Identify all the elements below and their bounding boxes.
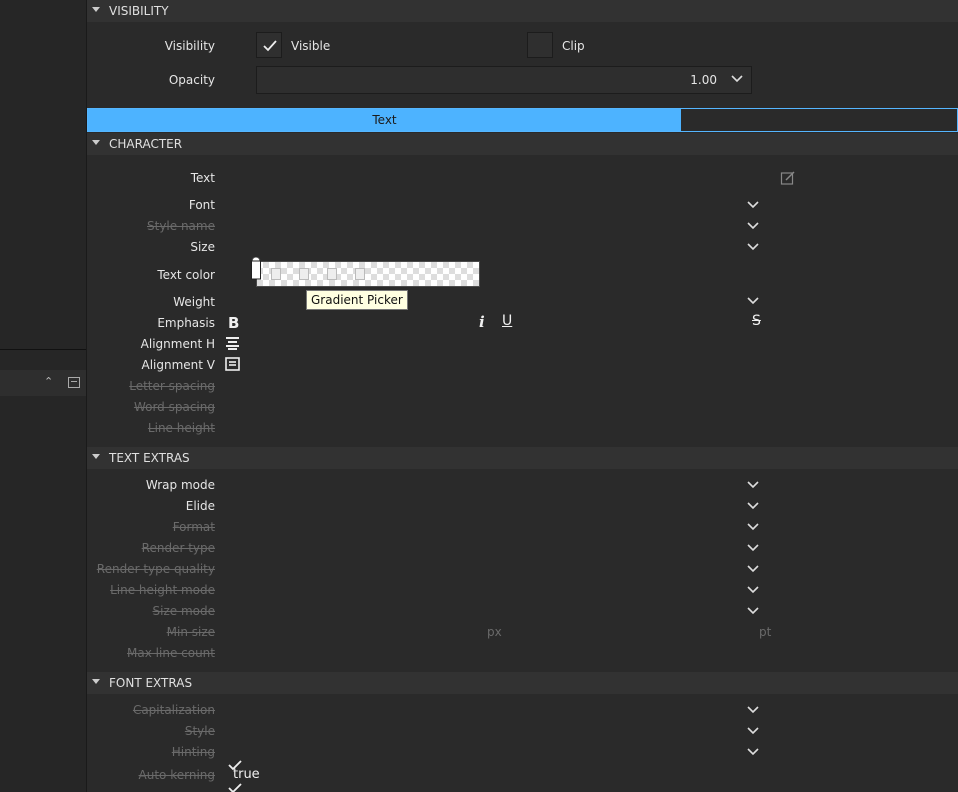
line-height-label: Line height xyxy=(147,421,215,435)
elide-dropdown-chevron-icon[interactable] xyxy=(747,502,759,510)
size-mode-label: Size mode xyxy=(152,604,215,618)
emphasis-label: Emphasis xyxy=(157,316,215,330)
clip-label: Clip xyxy=(562,39,585,53)
font-label: Font xyxy=(188,198,215,212)
section-header-font-extras[interactable]: FONT EXTRAS xyxy=(87,672,958,694)
align-vertical-icon[interactable] xyxy=(225,357,240,371)
opacity-value: 1.00 xyxy=(690,73,717,87)
alignment-v-label: Alignment V xyxy=(141,358,215,372)
italic-button[interactable]: i xyxy=(479,313,485,331)
style-name-label: Style name xyxy=(147,219,215,233)
triangle-down-icon xyxy=(92,7,100,12)
opacity-label: Opacity xyxy=(168,73,215,87)
line-height-mode-dropdown-chevron-icon[interactable] xyxy=(747,586,759,594)
gradient-picker-tooltip: Gradient Picker xyxy=(306,290,408,310)
max-line-count-label: Max line count xyxy=(127,646,215,660)
size-dropdown-chevron-icon[interactable] xyxy=(747,243,759,251)
visibility-label: Visibility xyxy=(164,39,215,53)
checkmark-icon xyxy=(263,40,277,52)
style-dropdown-chevron-icon[interactable] xyxy=(747,727,759,735)
section-title: CHARACTER xyxy=(109,137,183,151)
format-dropdown-chevron-icon[interactable] xyxy=(747,523,759,531)
weight-label: Weight xyxy=(173,295,215,309)
gradient-stop[interactable] xyxy=(327,268,337,280)
clip-checkbox[interactable] xyxy=(527,32,553,58)
visible-checkbox[interactable] xyxy=(256,32,282,58)
gradient-stop[interactable] xyxy=(299,268,309,280)
format-label: Format xyxy=(172,520,215,534)
gradient-swatch[interactable] xyxy=(256,261,480,287)
bold-button[interactable]: B xyxy=(228,314,239,332)
style-label: Style xyxy=(184,724,215,738)
style-name-dropdown-chevron-icon[interactable] xyxy=(747,222,759,230)
min-size-unit-pt: pt xyxy=(759,625,772,639)
render-type-label: Render type xyxy=(141,541,215,555)
font-dropdown-chevron-icon[interactable] xyxy=(747,201,759,209)
min-size-unit-px: px xyxy=(487,625,502,639)
letter-spacing-label: Letter spacing xyxy=(129,379,215,393)
section-title: FONT EXTRAS xyxy=(109,676,193,690)
capitalization-label: Capitalization xyxy=(132,703,215,717)
section-title: TEXT EXTRAS xyxy=(109,451,190,465)
auto-kerning-label: Auto kerning xyxy=(138,768,215,782)
section-header-character[interactable]: CHARACTER xyxy=(87,133,958,155)
triangle-down-icon xyxy=(92,679,100,684)
wrap-mode-dropdown-chevron-icon[interactable] xyxy=(747,481,759,489)
tab-text[interactable]: Text xyxy=(88,109,681,131)
wrap-mode-label: Wrap mode xyxy=(145,478,215,492)
text-label: Text xyxy=(190,171,215,185)
hinting-label: Hinting xyxy=(171,745,215,759)
line-height-mode-label: Line height mode xyxy=(110,583,215,597)
render-type-quality-label: Render type quality xyxy=(96,562,215,576)
size-mode-dropdown-chevron-icon[interactable] xyxy=(747,607,759,615)
chevron-down-icon xyxy=(731,75,743,83)
visible-label: Visible xyxy=(291,39,331,53)
section-header-visibility[interactable]: VISIBILITY xyxy=(87,0,958,22)
gradient-stop[interactable] xyxy=(271,268,281,280)
opacity-combobox[interactable]: 1.00 xyxy=(256,66,752,94)
checkmark-icon xyxy=(228,783,242,792)
tab-bar: Text xyxy=(87,108,958,132)
elide-label: Elide xyxy=(185,499,215,513)
left-pane: ⌃ xyxy=(0,0,87,792)
min-size-label: Min size xyxy=(166,625,215,639)
edit-icon[interactable] xyxy=(780,170,796,186)
auto-kerning-value[interactable]: true xyxy=(233,767,260,782)
gradient-stop[interactable] xyxy=(355,268,365,280)
size-label: Size xyxy=(190,240,215,254)
word-spacing-label: Word spacing xyxy=(133,400,215,414)
section-title: VISIBILITY xyxy=(109,4,169,18)
render-type-dropdown-chevron-icon[interactable] xyxy=(747,544,759,552)
weight-dropdown-chevron-icon[interactable] xyxy=(747,297,759,305)
render-type-quality-dropdown-chevron-icon[interactable] xyxy=(747,565,759,573)
section-header-text-extras[interactable]: TEXT EXTRAS xyxy=(87,447,958,469)
triangle-down-icon xyxy=(92,454,100,459)
capitalization-dropdown-chevron-icon[interactable] xyxy=(747,706,759,714)
align-center-icon[interactable] xyxy=(225,336,240,350)
alignment-h-label: Alignment H xyxy=(140,337,215,351)
triangle-down-icon xyxy=(92,140,100,145)
hinting-dropdown-chevron-icon[interactable] xyxy=(747,748,759,756)
strikeout-button[interactable]: S xyxy=(752,313,761,329)
underline-button[interactable]: U xyxy=(502,313,512,329)
text-color-label: Text color xyxy=(157,268,215,282)
gradient-handle-icon[interactable] xyxy=(250,257,262,281)
